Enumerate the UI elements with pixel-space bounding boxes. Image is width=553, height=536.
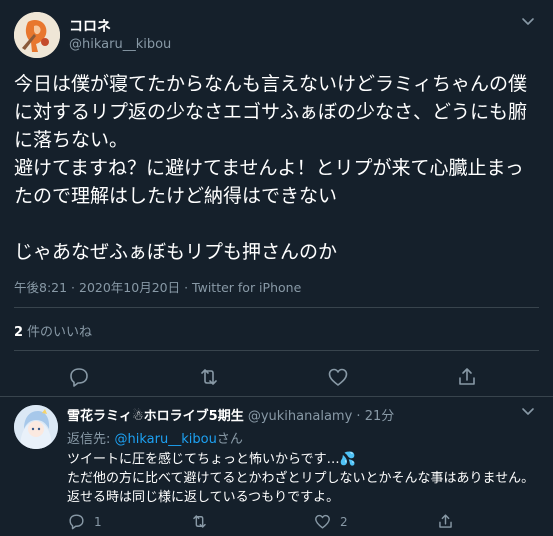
reply-share-button[interactable] (436, 511, 455, 531)
author-avatar[interactable] (14, 12, 60, 58)
tweet-detail-page: コロネ @hikaru__kibou 今日は僕が寝てたからなんも言えないけどラミ… (0, 0, 553, 536)
retweet-icon[interactable] (197, 365, 221, 389)
replying-to-mention[interactable]: @hikaru__kibou (115, 432, 217, 447)
share-icon[interactable] (455, 365, 479, 389)
heart-icon[interactable] (326, 365, 350, 389)
reply-like-button[interactable]: 2 (313, 511, 348, 531)
retweet-icon (193, 515, 206, 528)
share-icon (439, 514, 452, 528)
divider (14, 307, 539, 308)
tweet-text: 今日は僕が寝てたからなんも言えないけどラミィちゃんの僕に対するリプ返の少なさエゴ… (14, 73, 528, 263)
reply-reply-button[interactable]: 1 (67, 511, 102, 531)
tweet-header: コロネ @hikaru__kibou (14, 12, 539, 58)
likes-label: 件のいいね (27, 325, 93, 340)
reply-text: ツイートに圧を感じてちょっと怖いからです…💦 ただ他の方に比べて避けてるとかわざ… (67, 452, 535, 505)
separator-dot: · (356, 409, 361, 424)
reply-author-avatar[interactable] (14, 405, 58, 449)
replying-to-prefix: 返信先: (67, 432, 115, 447)
likes-count-row[interactable]: 2 件のいいね (14, 321, 92, 340)
reply-author-handle[interactable]: @yukihanalamy (248, 409, 352, 424)
tweet-action-bar (0, 365, 553, 389)
tweet-timestamp[interactable]: 午後8:21 · 2020年10月20日 · Twitter for iPhon… (14, 277, 301, 296)
reply-icon[interactable] (67, 365, 91, 389)
author-handle[interactable]: @hikaru__kibou (69, 37, 171, 52)
reply-header: 雪花ラミィ☃ホロライブ5期生 @yukihanalamy · 21分 (67, 405, 394, 424)
divider (14, 350, 539, 351)
reply-author-name[interactable]: 雪花ラミィ☃ホロライブ5期生 (67, 409, 244, 424)
reply-retweet-button[interactable] (190, 511, 209, 531)
divider (0, 396, 553, 397)
reply-icon (69, 514, 84, 530)
chevron-down-icon[interactable] (517, 404, 539, 422)
reply-timestamp[interactable]: 21分 (365, 409, 395, 424)
reply-count: 1 (94, 514, 102, 529)
replying-to: 返信先: @hikaru__kibouさん (67, 428, 243, 447)
heart-icon (315, 514, 330, 529)
replying-to-suffix: さん (216, 432, 243, 447)
reply-action-bar: 1 2 (0, 511, 553, 531)
chevron-down-icon[interactable] (517, 14, 539, 32)
author-name[interactable]: コロネ (69, 16, 111, 36)
likes-count: 2 (14, 325, 24, 340)
reply-like-count: 2 (340, 514, 348, 529)
